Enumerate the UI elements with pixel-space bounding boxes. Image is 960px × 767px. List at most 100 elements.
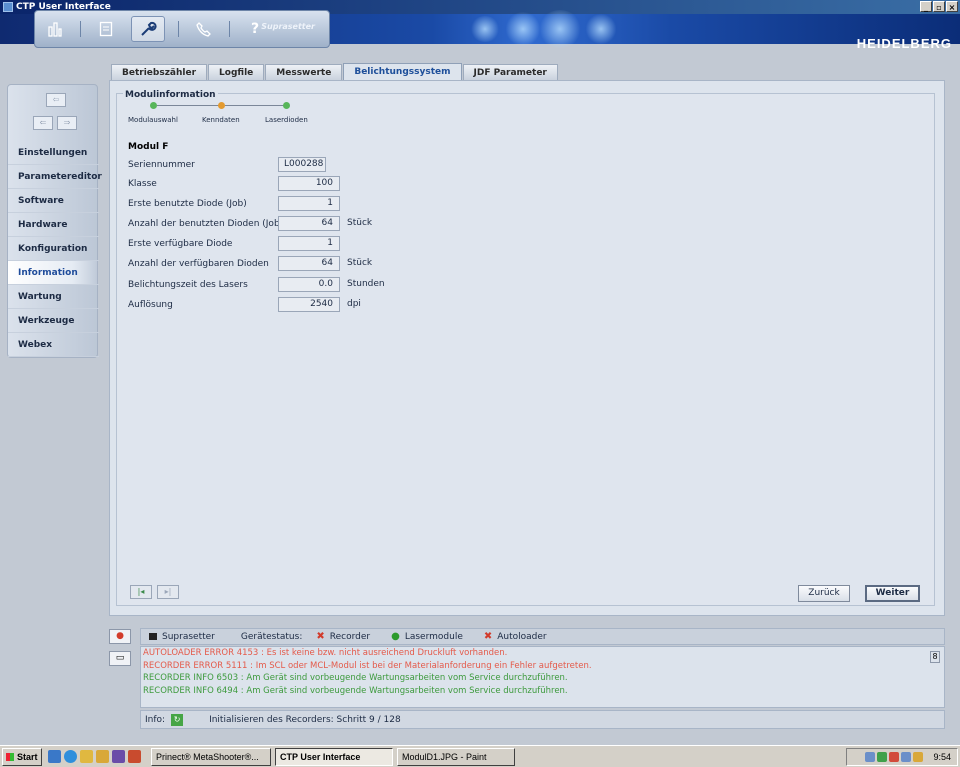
device-status-label: Gerätestatus: <box>240 631 303 642</box>
step-label[interactable]: Kenndaten <box>202 116 240 124</box>
service-tools-icon[interactable] <box>131 16 165 42</box>
system-tray: 9:54 <box>846 748 958 766</box>
field-unit: Stunden <box>347 279 385 289</box>
info-text: Initialisieren des Recorders: Schritt 9 … <box>209 714 401 725</box>
refresh-icon: ↻ <box>171 713 184 726</box>
device-item: Suprasetter <box>149 632 215 642</box>
phone-icon[interactable] <box>192 18 216 40</box>
tab-betriebszähler[interactable]: Betriebszähler <box>111 64 208 81</box>
tab-logfile[interactable]: Logfile <box>208 64 265 81</box>
tray-icon[interactable] <box>913 752 924 762</box>
back-nav-icon[interactable]: ⇦ <box>46 93 66 107</box>
left-navigation: ⇦ ⇐ ⇒ Einstellungen Parametereditor Softwa… <box>7 84 102 358</box>
step-dot[interactable] <box>150 102 157 109</box>
error-icon: ✖ <box>483 631 493 642</box>
tray-icon[interactable] <box>901 752 912 762</box>
brand-logo: HEIDELBERG <box>856 36 952 51</box>
step-label[interactable]: Laserdioden <box>265 116 308 124</box>
field-value: L000288 <box>278 157 326 172</box>
message-log-icon[interactable]: ▭ <box>109 651 131 666</box>
step-dot[interactable] <box>283 102 290 109</box>
panel-legend: Modulinformation <box>123 90 218 100</box>
message-list: 8 AUTOLOADER ERROR 4153 : Es ist keine b… <box>140 646 945 708</box>
close-icon[interactable]: × <box>946 1 958 12</box>
tab-jdf-parameter[interactable]: JDF Parameter <box>462 64 558 81</box>
minimize-icon[interactable]: _ <box>920 1 932 12</box>
message-row[interactable]: RECORDER INFO 6494 : Am Gerät sind vorbe… <box>143 685 944 698</box>
info-label: Info: <box>145 714 166 725</box>
module-info-panel: Modulinformation <box>116 90 935 606</box>
next-button[interactable]: Weiter <box>865 585 920 602</box>
message-row[interactable]: AUTOLOADER ERROR 4153 : Es ist keine bzw… <box>143 647 944 660</box>
explorer-icon[interactable] <box>80 750 93 763</box>
message-row[interactable]: RECORDER ERROR 5111 : Im SCL oder MCL-Mo… <box>143 660 944 673</box>
tab-messwerte[interactable]: Messwerte <box>265 64 343 81</box>
sidebar-item-webex[interactable]: Webex <box>8 333 99 357</box>
media-icon[interactable] <box>112 750 125 763</box>
sidebar-item-konfiguration[interactable]: Konfiguration <box>8 237 99 261</box>
sidebar-item-software[interactable]: Software <box>8 189 99 213</box>
sidebar-item-information[interactable]: Information <box>8 261 99 285</box>
quick-launch <box>48 750 141 763</box>
status-lasermodule: ● Lasermodule <box>391 631 463 642</box>
product-name: Suprasetter <box>261 22 315 31</box>
sidebar-item-wartung[interactable]: Wartung <box>8 285 99 309</box>
sidebar-item-einstellungen[interactable]: Einstellungen <box>8 141 99 165</box>
field-label: Auflösung <box>128 300 173 310</box>
first-page-button[interactable]: |◂ <box>130 585 152 599</box>
browser-icon[interactable] <box>64 750 77 763</box>
folder-icon[interactable] <box>96 750 109 763</box>
status-recorder: ✖ Recorder <box>316 631 371 642</box>
desktop-icon[interactable] <box>48 750 61 763</box>
sidebar-item-werkzeuge[interactable]: Werkzeuge <box>8 309 99 333</box>
back-button[interactable]: Zurück <box>798 585 850 602</box>
field-label: Anzahl der benutzten Dioden (Job) <box>128 219 284 229</box>
message-count[interactable]: 8 <box>930 651 940 663</box>
start-button[interactable]: Start <box>2 747 42 766</box>
sidebar-item-hardware[interactable]: Hardware <box>8 213 99 237</box>
field-value: 1 <box>278 236 340 251</box>
device-status-bar: Suprasetter Gerätestatus: ✖ Recorder ● Las… <box>140 628 945 645</box>
main-toolbar: ? Suprasetter <box>34 10 330 48</box>
status-autoloader: ✖ Autoloader <box>483 631 547 642</box>
field-label: Belichtungszeit des Lasers <box>128 280 248 290</box>
step-label[interactable]: Modulauswahl <box>128 116 178 124</box>
tray-icon[interactable] <box>877 752 888 762</box>
document-icon[interactable] <box>94 18 118 40</box>
expand-icon[interactable]: ⇒ <box>57 116 77 130</box>
window-controls: _ ▫ × <box>920 1 958 12</box>
alert-icon[interactable]: ● <box>109 629 131 644</box>
field-value: 1 <box>278 196 340 211</box>
taskbar: Start Prinect® MetaShooter®... CTP User … <box>0 745 960 767</box>
clock: 9:54 <box>933 752 951 762</box>
last-page-button[interactable]: ▸| <box>157 585 179 599</box>
field-value: 2540 <box>278 297 340 312</box>
collapse-icon[interactable]: ⇐ <box>33 116 53 130</box>
task-paint[interactable]: ModulD1.JPG - Paint <box>397 747 515 766</box>
app-icon[interactable] <box>128 750 141 763</box>
field-label: Erste benutzte Diode (Job) <box>128 199 247 209</box>
device-name: Suprasetter <box>162 631 215 642</box>
sidebar-item-parametereditor[interactable]: Parametereditor <box>8 165 102 189</box>
field-label: Erste verfügbare Diode <box>128 239 233 249</box>
field-unit: Stück <box>347 218 373 228</box>
app-icon <box>3 2 13 12</box>
task-metashooter[interactable]: Prinect® MetaShooter®... <box>151 747 271 766</box>
toolbar-separator <box>80 21 81 37</box>
wizard-steps: Modulauswahl Kenndaten Laserdioden <box>128 102 328 132</box>
field-value: 100 <box>278 176 340 191</box>
tab-strip: Betriebszähler Logfile Messwerte Belichtung… <box>111 63 559 82</box>
error-icon: ✖ <box>316 631 325 642</box>
tray-icon[interactable] <box>865 752 876 762</box>
message-row[interactable]: RECORDER INFO 6503 : Am Gerät sind vorbe… <box>143 672 944 685</box>
toolbar-separator <box>229 21 230 37</box>
tray-icon[interactable] <box>889 752 900 762</box>
field-value: 64 <box>278 256 340 271</box>
step-dot[interactable] <box>218 102 225 109</box>
task-ctp-ui[interactable]: CTP User Interface <box>275 747 393 766</box>
field-label: Anzahl der verfügbaren Dioden <box>128 259 269 269</box>
module-title: Modul F <box>128 142 169 152</box>
restore-icon[interactable]: ▫ <box>933 1 945 12</box>
statistics-icon[interactable] <box>43 18 67 40</box>
field-unit: Stück <box>347 258 373 268</box>
